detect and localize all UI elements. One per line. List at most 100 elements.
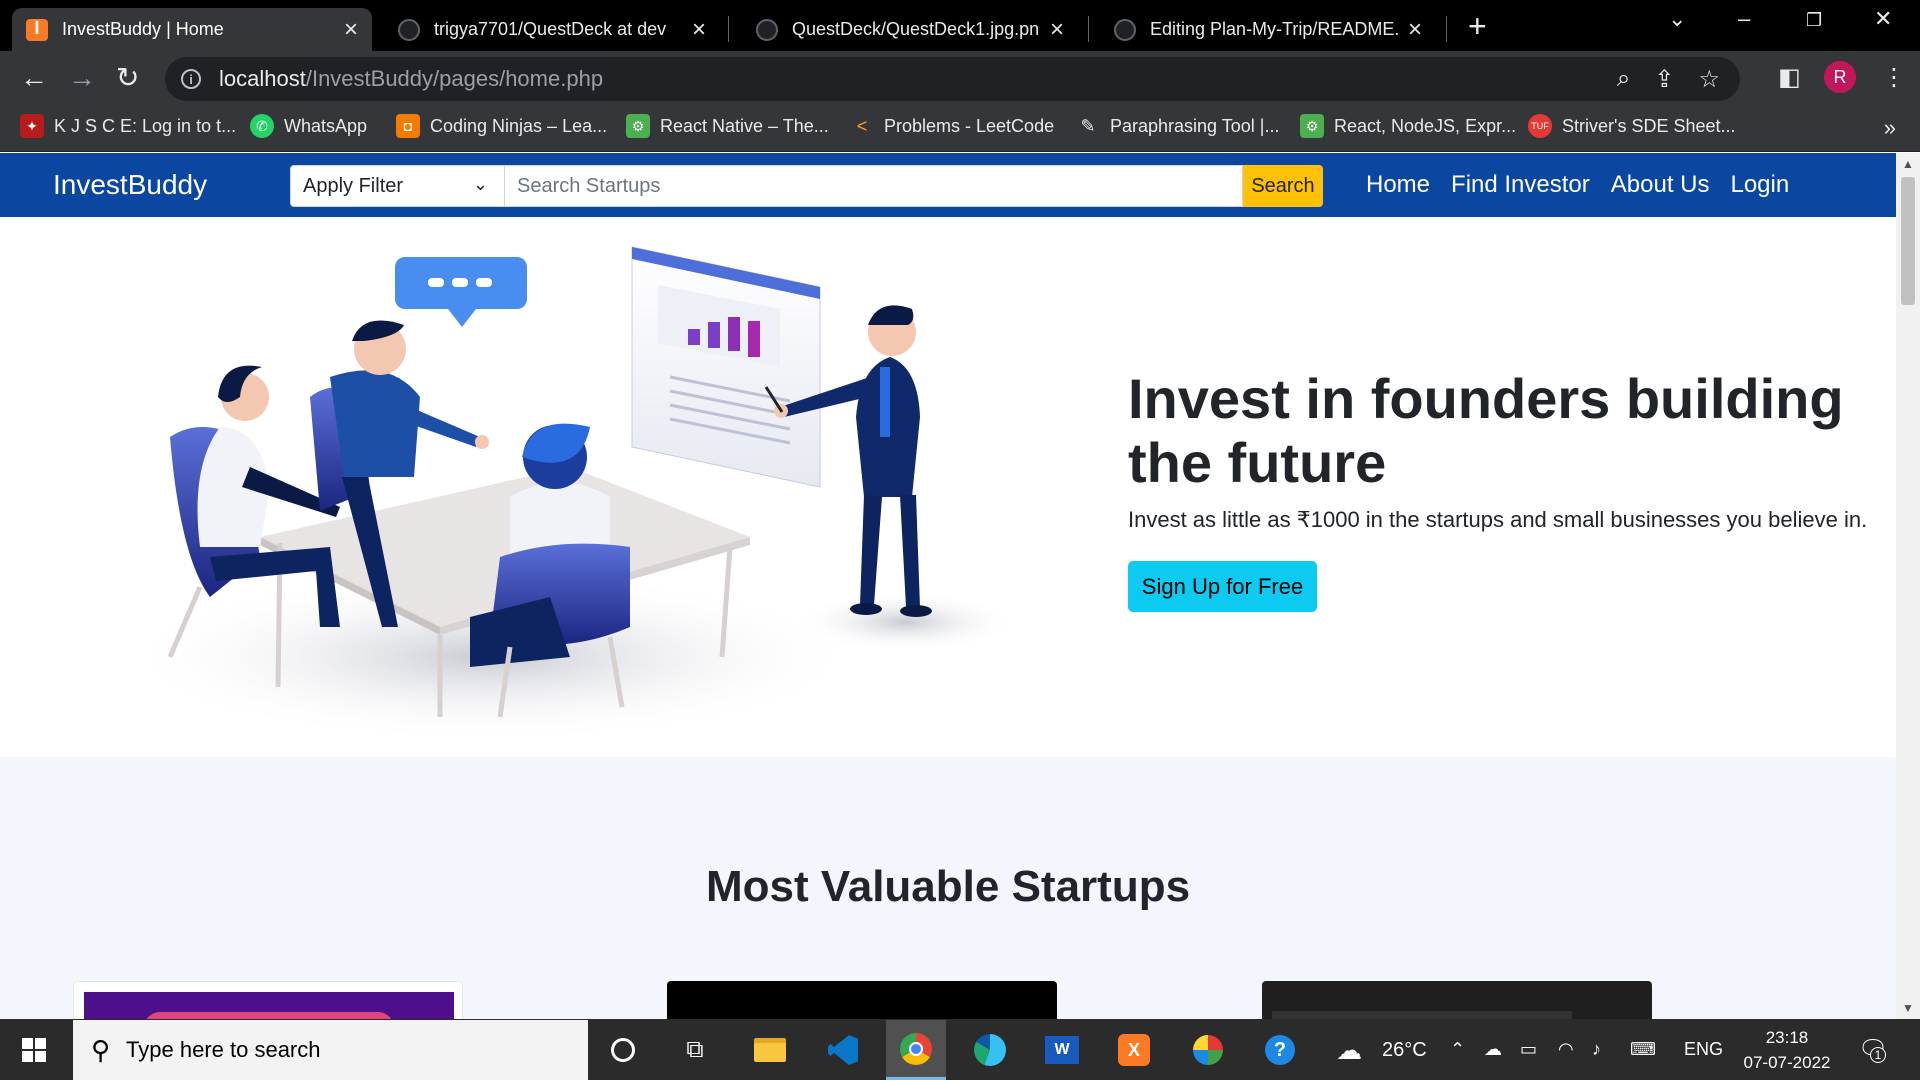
bookmark-label: WhatsApp <box>284 115 368 136</box>
reload-icon[interactable]: ↻ <box>116 61 139 95</box>
nav-link-about-us[interactable]: About Us <box>1611 171 1710 199</box>
zoom-icon[interactable]: ⌕ <box>1617 65 1630 94</box>
profile-avatar[interactable]: R <box>1824 61 1856 93</box>
close-tab-icon[interactable]: × <box>1050 17 1064 42</box>
bookmark-label: Striver's SDE Sheet... <box>1562 115 1736 136</box>
tuf-icon: TUF <box>1528 114 1552 138</box>
volume-icon[interactable]: ♪ <box>1592 1039 1601 1060</box>
page-viewport: InvestBuddy Apply Filter ⌄ Search Home F… <box>0 153 1896 1019</box>
github-icon <box>1114 18 1136 41</box>
xampp-icon: ꟾ <box>26 18 48 41</box>
back-icon[interactable]: ← <box>20 61 48 95</box>
side-panel-icon[interactable]: ◧ <box>1778 63 1801 92</box>
close-tab-icon[interactable]: × <box>344 17 358 42</box>
tab-questdeck-image[interactable]: QuestDeck/QuestDeck1.jpg.png × <box>742 8 1078 51</box>
notification-center-icon[interactable]: 🗨1 <box>1858 1035 1888 1064</box>
forward-icon[interactable]: → <box>68 61 96 95</box>
vscode-icon[interactable] <box>813 1020 873 1080</box>
sign-up-button[interactable]: Sign Up for Free <box>1128 561 1317 612</box>
tab-plan-my-trip[interactable]: Editing Plan-My-Trip/README.md × <box>1100 8 1436 51</box>
restore-icon[interactable]: ❐ <box>1806 10 1822 31</box>
bookmark-whatsapp[interactable]: ✆ WhatsApp <box>250 114 367 138</box>
taskbar-search-box[interactable]: ⚲ Type here to search <box>73 1020 588 1080</box>
word-icon[interactable]: W <box>1032 1020 1092 1080</box>
page-scrollbar[interactable]: ▲ ▼ <box>1896 153 1920 1019</box>
system-clock[interactable]: 23:18 07-07-2022 <box>1732 1025 1842 1075</box>
brand-logo[interactable]: InvestBuddy <box>53 169 207 201</box>
address-bar[interactable]: i localhost/InvestBuddy/pages/home.php ⌕… <box>165 57 1740 101</box>
startup-card[interactable] <box>1262 981 1652 1019</box>
file-explorer-icon[interactable] <box>740 1020 800 1080</box>
paint-icon[interactable] <box>1178 1020 1238 1080</box>
search-button[interactable]: Search <box>1243 165 1323 207</box>
startup-card[interactable] <box>73 981 463 1019</box>
search-startups-input[interactable] <box>505 165 1243 207</box>
bookmark-striver[interactable]: TUF Striver's SDE Sheet... <box>1528 114 1736 138</box>
windows-taskbar: ⚲ Type here to search ⧉ W X ? ☁ 26°C ⌃ ☁… <box>0 1019 1920 1080</box>
close-tab-icon[interactable]: × <box>692 17 706 42</box>
scroll-up-icon[interactable]: ▲ <box>1902 157 1914 171</box>
new-tab-icon[interactable]: + <box>1468 8 1487 44</box>
help-icon[interactable]: ? <box>1250 1020 1310 1080</box>
bookmark-star-icon[interactable]: ☆ <box>1698 65 1720 94</box>
show-hidden-icons-icon[interactable]: ⌃ <box>1450 1039 1465 1060</box>
cortana-icon[interactable] <box>593 1020 653 1080</box>
nav-link-home[interactable]: Home <box>1366 171 1430 199</box>
nav-link-login[interactable]: Login <box>1730 171 1789 199</box>
tab-title: trigya7701/QuestDeck at dev <box>434 19 667 39</box>
clock-time: 23:18 <box>1765 1028 1809 1047</box>
tab-title: InvestBuddy | Home <box>62 19 224 39</box>
site-info-icon[interactable]: i <box>181 69 201 89</box>
bookmark-coding-ninjas[interactable]: ◘ Coding Ninjas – Lea... <box>396 114 607 138</box>
chrome-icon[interactable] <box>886 1020 946 1080</box>
tab-title: QuestDeck/QuestDeck1.jpg.png <box>792 19 1040 39</box>
bookmark-react-node[interactable]: ⚙ React, NodeJS, Expr... <box>1300 114 1516 138</box>
filter-select[interactable]: Apply Filter ⌄ <box>290 165 505 207</box>
onedrive-icon[interactable]: ☁ <box>1484 1039 1502 1060</box>
bookmark-paraphrasing[interactable]: ✎ Paraphrasing Tool |... <box>1076 114 1279 138</box>
language-indicator[interactable]: ENG <box>1684 1039 1723 1060</box>
close-window-icon[interactable]: ✕ <box>1874 6 1892 32</box>
notification-count-badge: 1 <box>1870 1047 1886 1063</box>
task-view-icon[interactable]: ⧉ <box>665 1020 725 1080</box>
battery-icon[interactable]: ▭ <box>1520 1039 1537 1060</box>
windows-start-icon[interactable] <box>22 1038 46 1062</box>
scroll-down-icon[interactable]: ▼ <box>1902 1001 1914 1015</box>
hero-subtitle: Invest as little as ₹1000 in the startup… <box>1128 507 1868 532</box>
leetcode-icon: < <box>856 115 868 136</box>
bookmark-label: Problems - LeetCode <box>884 115 1055 136</box>
minimize-icon[interactable]: – <box>1738 6 1750 32</box>
tab-search-icon[interactable]: ⌄ <box>1668 6 1686 32</box>
github-icon <box>398 18 420 41</box>
bookmark-label: React Native – The... <box>660 115 829 136</box>
bookmark-react-native[interactable]: ⚙ React Native – The... <box>626 114 829 138</box>
more-bookmarks-icon[interactable]: » <box>1884 115 1896 141</box>
browser-tab-strip: ꟾ InvestBuddy | Home × trigya7701/QuestD… <box>0 0 1920 51</box>
startup-card[interactable] <box>667 981 1057 1019</box>
speech-bubble <box>395 257 527 327</box>
weather-temperature[interactable]: 26°C <box>1382 1039 1427 1062</box>
menu-icon[interactable]: ⋮ <box>1882 63 1906 92</box>
wifi-icon[interactable]: ◠ <box>1558 1039 1574 1060</box>
tab-separator <box>1088 16 1089 42</box>
tab-investbuddy[interactable]: ꟾ InvestBuddy | Home × <box>12 8 372 51</box>
coding-ninjas-icon: ◘ <box>396 114 420 138</box>
share-icon[interactable]: ⇪ <box>1654 65 1674 94</box>
bookmark-label: Coding Ninjas – Lea... <box>430 115 608 136</box>
bookmark-leetcode[interactable]: < Problems - LeetCode <box>850 114 1054 138</box>
nav-link-find-investor[interactable]: Find Investor <box>1451 171 1590 199</box>
search-icon: ⚲ <box>91 1034 111 1065</box>
quill-icon: ✎ <box>1080 115 1096 136</box>
edge-icon[interactable] <box>960 1020 1020 1080</box>
section-title: Most Valuable Startups <box>705 862 1191 911</box>
tab-questdeck-dev[interactable]: trigya7701/QuestDeck at dev × <box>384 8 720 51</box>
xampp-taskbar-icon[interactable]: X <box>1104 1020 1164 1080</box>
most-valuable-startups-section: Most Valuable Startups <box>0 757 1896 1019</box>
bookmark-kjsce[interactable]: ✦ K J S C E: Log in to t... <box>20 114 236 138</box>
scrollbar-thumb[interactable] <box>1901 177 1915 305</box>
presentation-board <box>631 246 821 488</box>
keyboard-icon[interactable]: ⌨ <box>1630 1039 1656 1060</box>
close-tab-icon[interactable]: × <box>1408 17 1422 42</box>
weather-cloud-icon[interactable]: ☁ <box>1336 1035 1362 1066</box>
bookmarks-bar: ✦ K J S C E: Log in to t... ✆ WhatsApp ◘… <box>0 105 1920 152</box>
